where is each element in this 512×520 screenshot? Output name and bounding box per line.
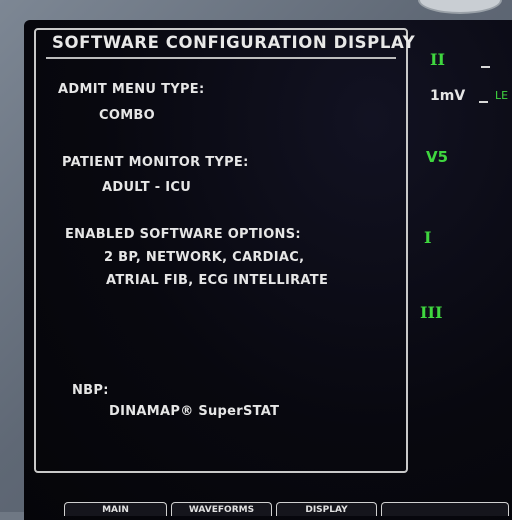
title-divider [46, 57, 396, 59]
softkey-display[interactable]: DISPLAY [276, 502, 377, 516]
patient-monitor-type-label: PATIENT MONITOR TYPE: [62, 155, 249, 170]
software-configuration-dialog: SOFTWARE CONFIGURATION DISPLAY ADMIT MEN… [34, 28, 415, 473]
patient-monitor-type-value: ADULT - ICU [102, 180, 192, 195]
scale-label: 1mV [430, 88, 466, 104]
nbp-value: DINAMAP® SuperSTAT [109, 404, 280, 419]
softkey-4[interactable] [381, 502, 509, 516]
nbp-label: NBP: [72, 383, 109, 398]
softkey-main[interactable]: MAIN [64, 502, 167, 516]
scale-marker [479, 101, 488, 103]
lead-label-i: I [424, 228, 432, 247]
softkey-waveforms[interactable]: WAVEFORMS [171, 502, 272, 516]
enabled-software-options-line-2: ATRIAL FIB, ECG INTELLIRATE [106, 273, 329, 288]
lead-ii-trace [481, 66, 490, 68]
lead-partial-label: LE [495, 89, 509, 102]
dialog-title: SOFTWARE CONFIGURATION DISPLAY [52, 33, 416, 52]
softkey-bar: MAIN WAVEFORMS DISPLAY [0, 498, 512, 516]
lead-label-iii: III [420, 303, 443, 322]
lead-label-ii: II [430, 50, 445, 69]
admit-menu-type-value: COMBO [99, 108, 155, 123]
admit-menu-type-label: ADMIT MENU TYPE: [58, 82, 205, 97]
enabled-software-options-label: ENABLED SOFTWARE OPTIONS: [65, 227, 301, 242]
lead-label-v5: V5 [426, 148, 449, 166]
enabled-software-options-line-1: 2 BP, NETWORK, CARDIAC, [104, 250, 305, 265]
